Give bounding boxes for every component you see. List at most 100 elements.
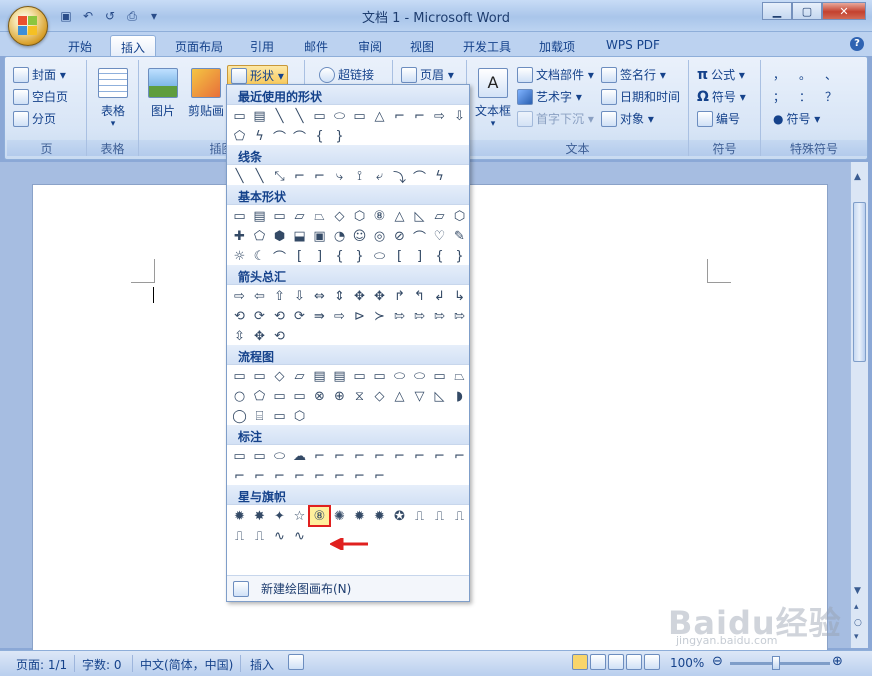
shape-option[interactable]: ✺ xyxy=(330,507,349,525)
tab-mailings[interactable]: 邮件 xyxy=(294,35,338,56)
shape-option[interactable]: ↰ xyxy=(410,287,429,305)
shape-option[interactable]: ▤ xyxy=(310,367,329,385)
shape-option[interactable]: ⏢ xyxy=(450,367,469,385)
shape-option[interactable]: ◔ xyxy=(330,227,349,245)
shape-option[interactable]: ] xyxy=(310,247,329,265)
shape-option[interactable]: ▭ xyxy=(350,107,369,125)
shape-option[interactable]: ] xyxy=(410,247,429,265)
special-char[interactable]: 、 xyxy=(825,66,837,83)
scroll-down-icon[interactable]: ▼ xyxy=(854,586,861,596)
shape-option[interactable]: ☺ xyxy=(350,227,369,245)
shape-option[interactable]: ⬠ xyxy=(250,227,269,245)
shape-option[interactable]: ▽ xyxy=(410,387,429,405)
shape-option[interactable]: ⌐ xyxy=(310,167,329,185)
shape-option[interactable]: ⇰ xyxy=(430,307,449,325)
vertical-scrollbar[interactable]: ▲ ▼ ▴ ○ ▾ xyxy=(850,162,868,648)
shape-option[interactable]: ◇ xyxy=(270,367,289,385)
word-count[interactable]: 字数: 0 xyxy=(82,656,122,673)
shape-option[interactable]: ╲ xyxy=(230,167,249,185)
zoom-out-icon[interactable]: ⊖ xyxy=(712,654,723,669)
shape-option[interactable]: ▭ xyxy=(290,387,309,405)
shape-option[interactable]: ⌐ xyxy=(330,447,349,465)
special-symbol-button[interactable]: ● 符号 ▾ xyxy=(773,110,820,127)
shape-option[interactable]: ⬠ xyxy=(250,387,269,405)
shape-option[interactable]: ∿ xyxy=(290,527,309,545)
shape-option[interactable]: ⌐ xyxy=(310,447,329,465)
shape-option[interactable]: ○ xyxy=(230,387,249,405)
shape-option[interactable]: ⇩ xyxy=(450,107,469,125)
shape-option[interactable]: ◗ xyxy=(450,387,469,405)
shape-option[interactable]: △ xyxy=(370,107,389,125)
shape-option[interactable]: ⌒ xyxy=(290,127,309,146)
macro-record-icon[interactable] xyxy=(288,654,304,673)
shape-option[interactable]: ↲ xyxy=(430,287,449,305)
shape-option[interactable]: ⌐ xyxy=(270,467,289,485)
tab-insert[interactable]: 插入 xyxy=(110,35,156,56)
header-button[interactable]: 页眉 ▾ xyxy=(401,66,454,83)
shape-option[interactable]: ⊘ xyxy=(390,227,409,245)
shape-option[interactable]: ▭ xyxy=(270,407,289,425)
shape-option[interactable]: ▱ xyxy=(290,207,309,225)
shape-option[interactable]: ◇ xyxy=(370,387,389,405)
prev-page-icon[interactable]: ▴ xyxy=(854,602,859,612)
shape-option[interactable]: ◯ xyxy=(230,407,249,425)
shape-option[interactable]: ✹ xyxy=(370,507,389,525)
shape-option[interactable]: ⌐ xyxy=(290,467,309,485)
shape-option[interactable]: ▣ xyxy=(310,227,329,245)
shape-option[interactable]: ▭ xyxy=(270,387,289,405)
shape-option[interactable]: ⬡ xyxy=(450,207,469,225)
tab-page-layout[interactable]: 页面布局 xyxy=(166,35,232,56)
shapes-button[interactable]: 形状 ▾ xyxy=(227,65,288,86)
special-char[interactable]: ； xyxy=(773,88,785,105)
scroll-thumb[interactable] xyxy=(853,202,866,362)
print-layout-icon[interactable] xyxy=(572,654,588,670)
zoom-slider-thumb[interactable] xyxy=(772,656,780,670)
zoom-level[interactable]: 100% xyxy=(670,656,704,670)
shape-option[interactable]: ✥ xyxy=(350,287,369,305)
shape-option[interactable]: ↱ xyxy=(390,287,409,305)
shape-option[interactable]: ▭ xyxy=(230,367,249,385)
shape-option[interactable]: ⇰ xyxy=(390,307,409,325)
shape-option[interactable]: ◺ xyxy=(430,387,449,405)
shape-option[interactable]: ⇨ xyxy=(330,307,349,325)
shape-option[interactable]: ⇳ xyxy=(230,327,249,345)
shape-option[interactable]: ⇨ xyxy=(230,287,249,305)
quick-parts-button[interactable]: 文档部件 ▾ xyxy=(517,66,594,83)
shape-option[interactable]: ⌐ xyxy=(350,467,369,485)
shape-option[interactable]: ⌐ xyxy=(370,467,389,485)
shape-option[interactable]: ⌐ xyxy=(230,467,249,485)
shape-option[interactable]: ⑧ xyxy=(308,505,331,527)
shape-option[interactable]: ⌒ xyxy=(410,227,429,246)
shape-option[interactable]: ⇨ xyxy=(430,107,449,125)
page-count[interactable]: 页面: 1/1 xyxy=(16,656,67,673)
shape-option[interactable]: [ xyxy=(390,247,409,265)
shape-option[interactable]: ▭ xyxy=(230,207,249,225)
dropcap-button[interactable]: 首字下沉 ▾ xyxy=(517,110,594,127)
web-layout-icon[interactable] xyxy=(608,654,624,670)
shape-option[interactable]: ⇛ xyxy=(310,307,329,325)
shape-option[interactable]: ⟟ xyxy=(350,167,369,185)
shape-option[interactable]: ⇦ xyxy=(250,287,269,305)
shape-option[interactable]: ⧖ xyxy=(350,387,369,405)
shape-option[interactable]: ⎍ xyxy=(430,507,449,525)
zoom-slider[interactable] xyxy=(730,662,830,665)
shape-option[interactable]: ⌒ xyxy=(270,247,289,266)
hyperlink-button[interactable]: 超链接 xyxy=(319,66,374,83)
shape-option[interactable]: ╲ xyxy=(250,167,269,185)
shape-option[interactable]: ⬡ xyxy=(350,207,369,225)
page-break-button[interactable]: 分页 xyxy=(13,110,56,127)
shape-option[interactable]: } xyxy=(450,247,469,265)
shape-option[interactable]: ⟳ xyxy=(250,307,269,325)
shape-option[interactable]: { xyxy=(330,247,349,265)
shape-option[interactable]: ◺ xyxy=(410,207,429,225)
shape-option[interactable]: ⌐ xyxy=(370,447,389,465)
shape-option[interactable]: ⎍ xyxy=(230,527,249,545)
shape-option[interactable]: } xyxy=(330,127,349,145)
shape-option[interactable]: ϟ xyxy=(430,167,449,185)
shape-option[interactable]: ⬓ xyxy=(290,227,309,245)
shape-option[interactable]: ☾ xyxy=(250,247,269,265)
shape-option[interactable]: ⇰ xyxy=(450,307,469,325)
tab-view[interactable]: 视图 xyxy=(400,35,444,56)
shape-option[interactable]: ⌐ xyxy=(450,447,469,465)
shape-option[interactable]: △ xyxy=(390,207,409,225)
